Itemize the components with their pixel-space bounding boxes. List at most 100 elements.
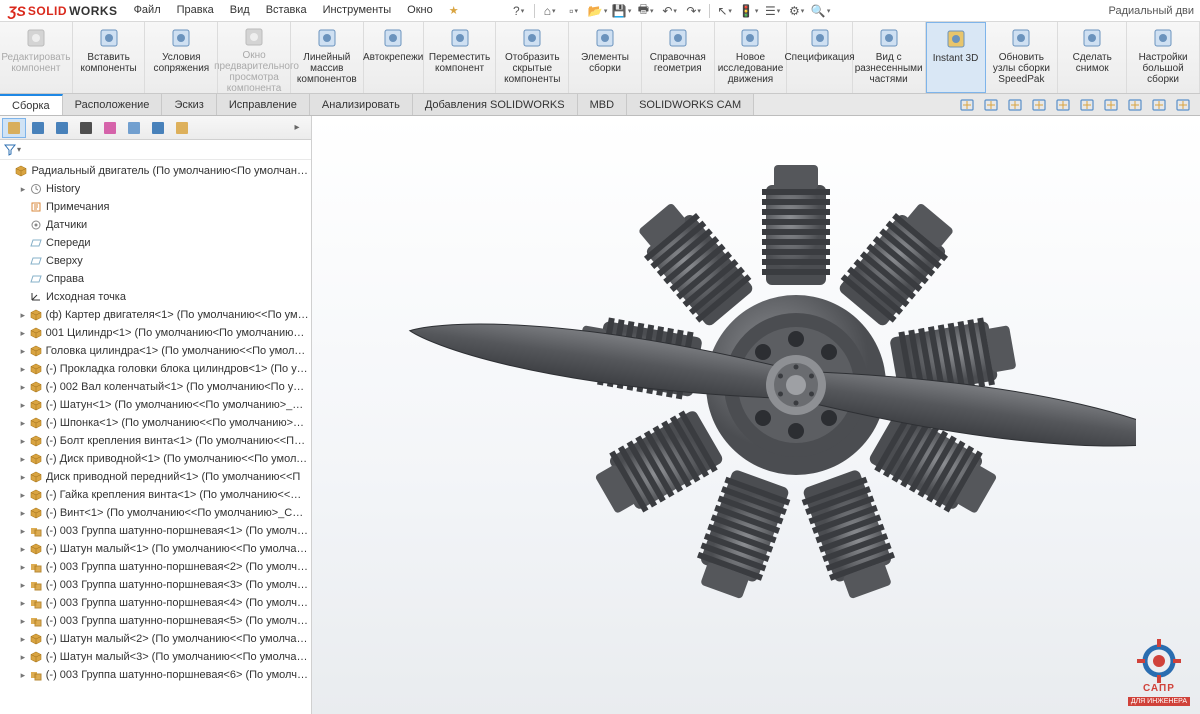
- tree-row[interactable]: ▸History: [0, 180, 311, 198]
- hide-show-icon[interactable]: [1124, 96, 1146, 114]
- tab-7[interactable]: SOLIDWORKS CAM: [627, 94, 754, 115]
- expander-icon[interactable]: ▸: [18, 508, 28, 519]
- expander-icon[interactable]: ▸: [18, 382, 28, 393]
- zoom-area-icon[interactable]: [1004, 96, 1026, 114]
- tree-row[interactable]: ▸(-) 003 Группа шатунно-поршневая<4> (По…: [0, 594, 311, 612]
- tree-row[interactable]: ▸(-) Гайка крепления винта<1> (По умолча…: [0, 486, 311, 504]
- tab-0[interactable]: Сборка: [0, 94, 63, 115]
- panel-expand-icon[interactable]: ▸: [285, 118, 309, 138]
- expander-icon[interactable]: ▸: [18, 310, 28, 321]
- home-icon[interactable]: ⌂▾: [538, 1, 562, 21]
- options-list-icon[interactable]: ☰▾: [761, 1, 785, 21]
- expander-icon[interactable]: ▸: [18, 616, 28, 627]
- tree-row[interactable]: ▸(-) Прокладка головки блока цилиндров<1…: [0, 360, 311, 378]
- menu-вставка[interactable]: Вставка: [258, 1, 315, 20]
- tab-5[interactable]: Добавления SOLIDWORKS: [413, 94, 578, 115]
- tree-row[interactable]: ▸(-) Шатун малый<3> (По умолчанию<<По ум…: [0, 648, 311, 666]
- expander-icon[interactable]: ▸: [18, 346, 28, 357]
- expander-icon[interactable]: ▸: [18, 526, 28, 537]
- menu-инструменты[interactable]: Инструменты: [315, 1, 400, 20]
- menu-файл[interactable]: Файл: [126, 1, 169, 20]
- tree-row[interactable]: ▸(-) Шатун малый<2> (По умолчанию<<По ум…: [0, 630, 311, 648]
- scene-icon[interactable]: [1076, 96, 1098, 114]
- menu-вид[interactable]: Вид: [222, 1, 258, 20]
- tab-4[interactable]: Анализировать: [310, 94, 413, 115]
- tree-row[interactable]: ▸(-) Винт<1> (По умолчанию<<По умолчанию…: [0, 504, 311, 522]
- save-icon[interactable]: 💾▾: [610, 1, 634, 21]
- tree-row[interactable]: ▸(-) Шатун малый<1> (По умолчанию<<По ум…: [0, 540, 311, 558]
- expander-icon[interactable]: ▸: [18, 670, 28, 681]
- expander-icon[interactable]: ▸: [18, 634, 28, 645]
- tree-row[interactable]: ▸(-) 003 Группа шатунно-поршневая<1> (По…: [0, 522, 311, 540]
- tree-row[interactable]: ▸(-) Шпонка<1> (По умолчанию<<По умолчан…: [0, 414, 311, 432]
- new-icon[interactable]: ▫▾: [562, 1, 586, 21]
- group-icon[interactable]: [170, 118, 194, 138]
- tree-row[interactable]: Исходная точка: [0, 288, 311, 306]
- appearances-icon[interactable]: [98, 118, 122, 138]
- expander-icon[interactable]: ▸: [18, 400, 28, 411]
- expander-icon[interactable]: ▸: [18, 364, 28, 375]
- display-style-icon[interactable]: [1052, 96, 1074, 114]
- tree-row[interactable]: ▸(-) 002 Вал коленчатый<1> (По умолчанию…: [0, 378, 311, 396]
- menu-star-icon[interactable]: ★: [441, 1, 467, 20]
- search-icon[interactable]: 🔍▾: [809, 1, 833, 21]
- tree-row[interactable]: ▸Диск приводной передний<1> (По умолчани…: [0, 468, 311, 486]
- expander-icon[interactable]: ▸: [18, 562, 28, 573]
- expander-icon[interactable]: ▸: [18, 454, 28, 465]
- property-icon[interactable]: [26, 118, 50, 138]
- tree-row[interactable]: ▸(-) Диск приводной<1> (По умолчанию<<По…: [0, 450, 311, 468]
- ribbon-motion-study-icon[interactable]: Новое исследование движения: [715, 22, 788, 93]
- ribbon-ref-geometry-icon[interactable]: Справочная геометрия: [642, 22, 715, 93]
- display-icon[interactable]: [74, 118, 98, 138]
- expander-icon[interactable]: ▸: [18, 490, 28, 501]
- tree-row[interactable]: Сверху: [0, 252, 311, 270]
- tree-row[interactable]: Справа: [0, 270, 311, 288]
- expander-icon[interactable]: ▸: [18, 418, 28, 429]
- menu-правка[interactable]: Правка: [169, 1, 222, 20]
- rebuild-icon[interactable]: 🚦▾: [737, 1, 761, 21]
- expander-icon[interactable]: ▸: [18, 184, 28, 195]
- tab-3[interactable]: Исправление: [217, 94, 310, 115]
- tree-row[interactable]: ▸(ф) Картер двигателя<1> (По умолчанию<<…: [0, 306, 311, 324]
- ribbon-bom-icon[interactable]: Спецификация: [787, 22, 852, 93]
- tab-2[interactable]: Эскиз: [162, 94, 216, 115]
- ribbon-mate-icon[interactable]: Условия сопряжения: [145, 22, 218, 93]
- tree-row[interactable]: Радиальный двигатель (По умолчанию<По ум…: [0, 162, 311, 180]
- tree-row[interactable]: Датчики: [0, 216, 311, 234]
- tree-row[interactable]: ▸(-) 003 Группа шатунно-поршневая<3> (По…: [0, 576, 311, 594]
- expander-icon[interactable]: ▸: [18, 328, 28, 339]
- ribbon-linear-pattern-icon[interactable]: Линейный массив компонентов: [291, 22, 364, 93]
- menu-окно[interactable]: Окно: [399, 1, 441, 20]
- undo-icon[interactable]: ↶▾: [658, 1, 682, 21]
- config-icon[interactable]: [50, 118, 74, 138]
- select-icon[interactable]: ↖▾: [713, 1, 737, 21]
- orient-icon[interactable]: [1028, 96, 1050, 114]
- tree-row[interactable]: ▸(-) 003 Группа шатунно-поршневая<6> (По…: [0, 666, 311, 684]
- tree-row[interactable]: ▸001 Цилиндр<1> (По умолчанию<По умолчан…: [0, 324, 311, 342]
- ribbon-large-assembly-icon[interactable]: Настройки большой сборки: [1127, 22, 1200, 93]
- ribbon-snapshot-icon[interactable]: Сделать снимок: [1058, 22, 1127, 93]
- tab-6[interactable]: MBD: [578, 94, 627, 115]
- help-icon[interactable]: ?▾: [507, 1, 531, 21]
- open-icon[interactable]: 📂▾: [586, 1, 610, 21]
- ribbon-assembly-features-icon[interactable]: Элементы сборки: [569, 22, 642, 93]
- cube-icon[interactable]: [1148, 96, 1170, 114]
- ribbon-insert-components-icon[interactable]: Вставить компоненты: [73, 22, 146, 93]
- more-icon[interactable]: [1172, 96, 1194, 114]
- ribbon-speedpak-icon[interactable]: Обновить узлы сборки SpeedPak: [986, 22, 1059, 93]
- ribbon-show-hidden-icon[interactable]: Отобразить скрытые компоненты: [496, 22, 569, 93]
- section-icon[interactable]: [1100, 96, 1122, 114]
- ribbon-smart-fasteners-icon[interactable]: Автокрепежи: [364, 22, 424, 93]
- expander-icon[interactable]: ▸: [18, 544, 28, 555]
- ribbon-move-component-icon[interactable]: Переместить компонент: [424, 22, 497, 93]
- selection-icon[interactable]: [122, 118, 146, 138]
- expander-icon[interactable]: ▸: [18, 652, 28, 663]
- tree-row[interactable]: ▸(-) Шатун<1> (По умолчанию<<По умолчани…: [0, 396, 311, 414]
- print-icon[interactable]: 🖶▾: [634, 1, 658, 21]
- compass-icon[interactable]: [956, 96, 978, 114]
- tree-row[interactable]: ▸(-) 003 Группа шатунно-поршневая<2> (По…: [0, 558, 311, 576]
- expander-icon[interactable]: ▸: [18, 598, 28, 609]
- tree-row[interactable]: ▸(-) 003 Группа шатунно-поршневая<5> (По…: [0, 612, 311, 630]
- tree-row[interactable]: Спереди: [0, 234, 311, 252]
- tree-row[interactable]: ▸(-) Болт крепления винта<1> (По умолчан…: [0, 432, 311, 450]
